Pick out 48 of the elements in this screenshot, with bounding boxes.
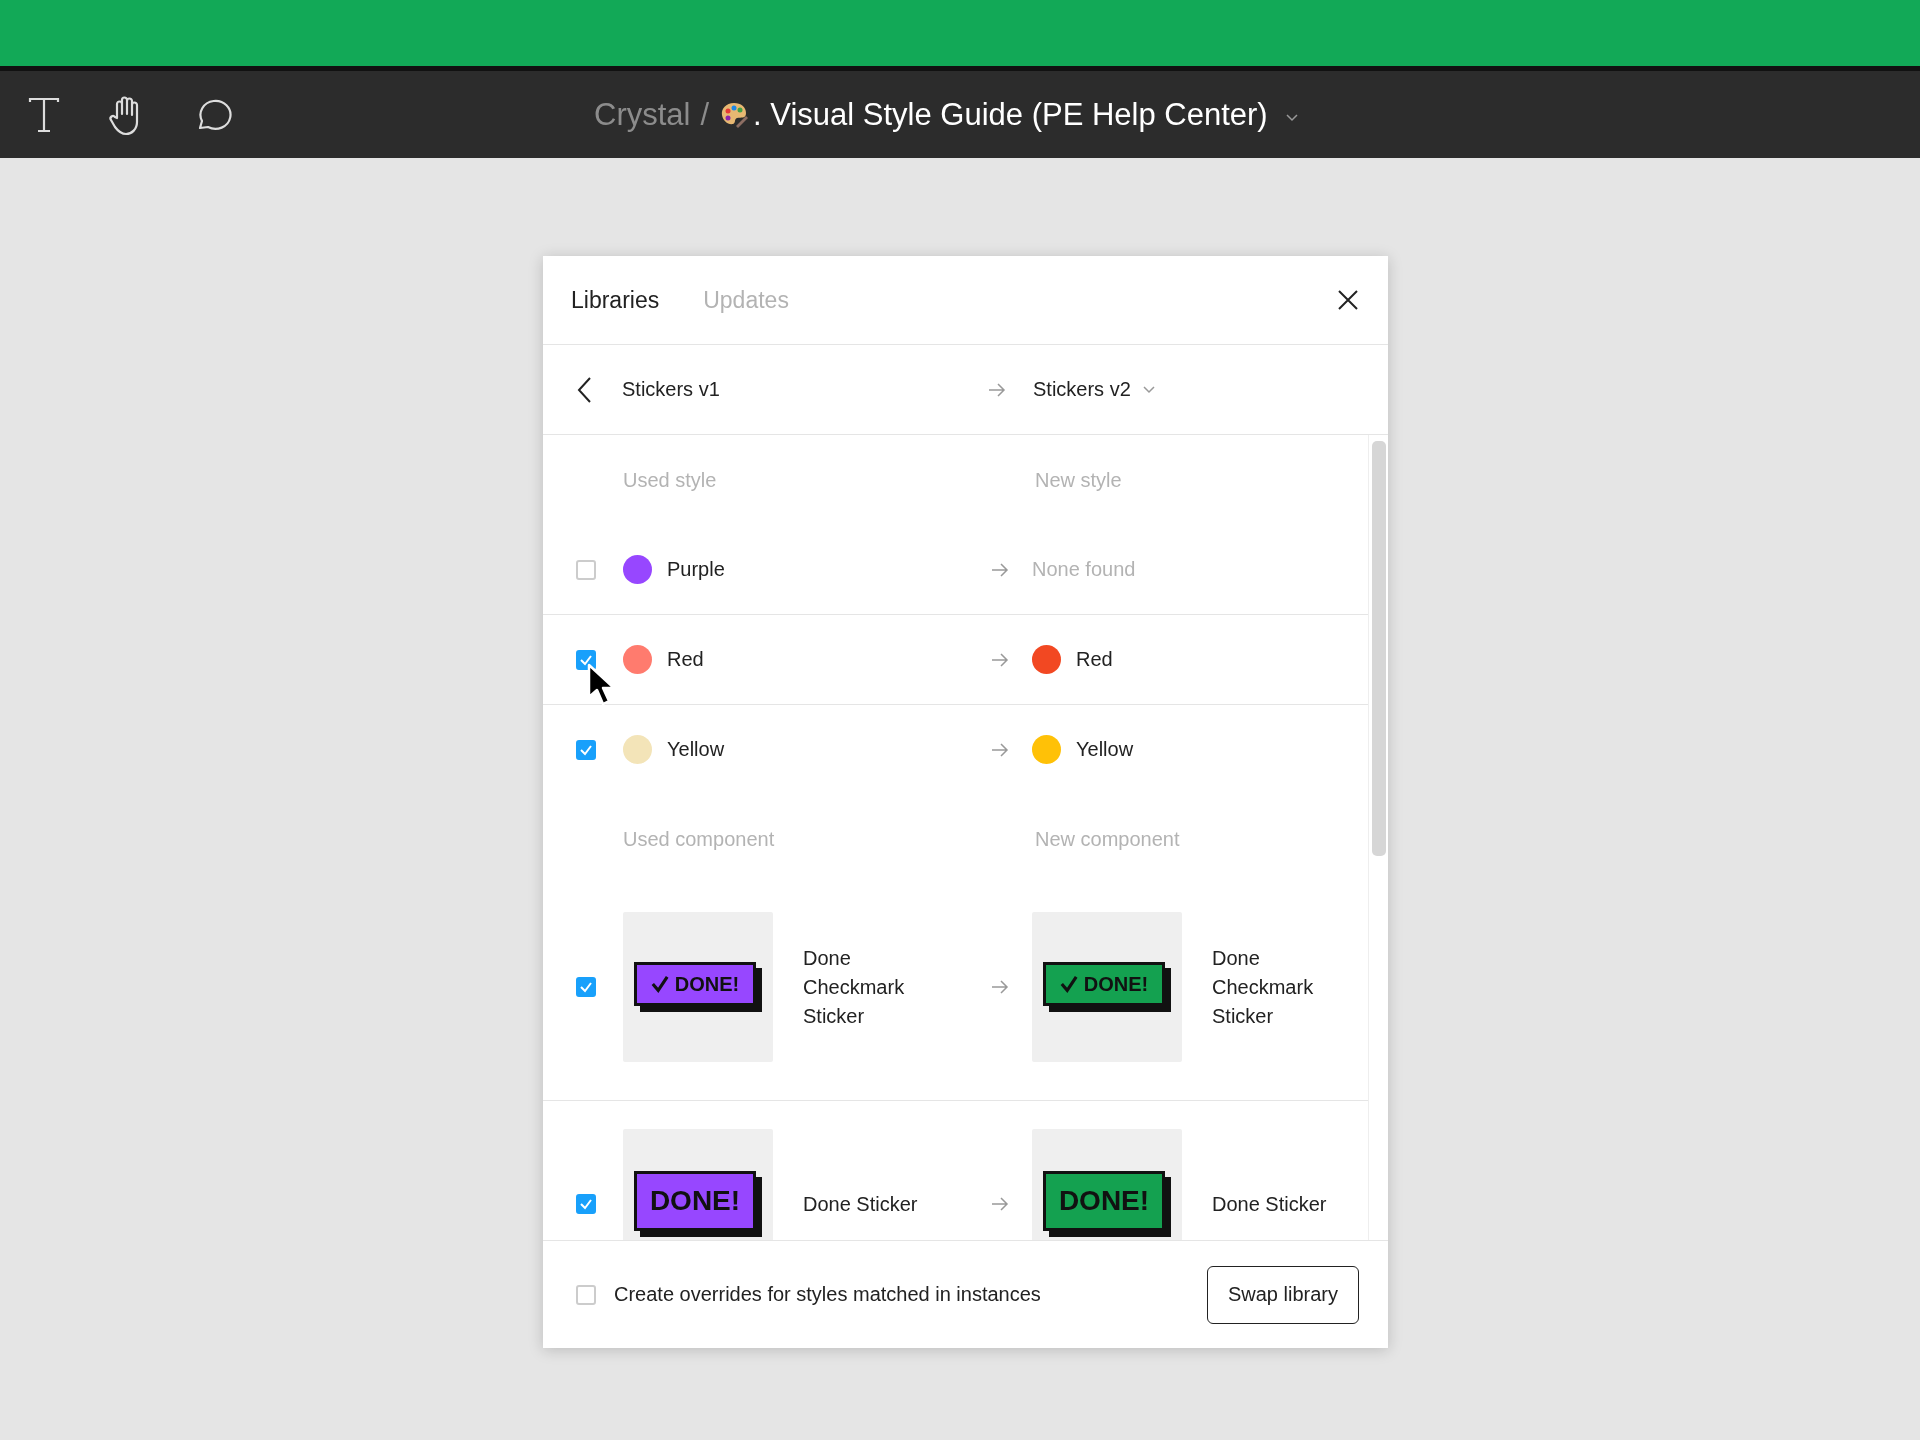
check-icon: [579, 1197, 593, 1211]
component-name: Done Checkmark Sticker: [803, 945, 906, 1029]
column-heading: Used component: [623, 827, 776, 851]
column-heading: New component: [1035, 827, 1180, 851]
text-tool-icon[interactable]: [28, 96, 60, 133]
style-name: Red: [1076, 648, 1113, 671]
style-name: Purple: [667, 558, 725, 581]
swap-library-button[interactable]: Swap library: [1206, 1265, 1359, 1324]
checkbox-label: Create overrides for styles matched in instances: [614, 1283, 1041, 1306]
chevron-down-icon[interactable]: [1285, 113, 1298, 122]
style-name: None found: [1032, 558, 1136, 581]
sticker-text: DONE!: [649, 1185, 741, 1217]
checkbox[interactable]: [576, 1284, 596, 1305]
column-heading: New style: [1035, 468, 1122, 492]
checkbox[interactable]: [576, 1194, 596, 1214]
arrow-right-icon: [991, 562, 1009, 577]
checkbox[interactable]: [576, 649, 596, 670]
checkbox[interactable]: [576, 739, 596, 760]
column-heading: Used style: [623, 468, 718, 492]
component-name: Done Sticker: [1212, 1191, 1328, 1217]
component-name: Done Sticker: [803, 1191, 919, 1217]
project-name[interactable]: Crystal: [594, 96, 691, 133]
back-chevron-icon[interactable]: [576, 375, 592, 404]
checkmark-icon: [650, 975, 669, 993]
component-name: Done Checkmark Sticker: [1212, 945, 1315, 1029]
breadcrumb-separator: /: [700, 96, 710, 133]
style-name: Yellow: [667, 738, 725, 761]
checkmark-icon: [1059, 975, 1078, 993]
library-name: Stickers v1: [622, 378, 721, 401]
arrow-right-icon: [988, 382, 1006, 397]
style-name: Red: [667, 648, 704, 671]
file-name[interactable]: . Visual Style Guide (PE Help Center): [753, 96, 1268, 133]
dialog-tab[interactable]: Libraries: [571, 286, 660, 314]
style-name: Yellow: [1076, 738, 1134, 761]
close-icon[interactable]: [1336, 288, 1360, 312]
arrow-right-icon: [991, 742, 1009, 757]
sticker-text: DONE!: [1083, 972, 1149, 996]
scrollbar[interactable]: [1372, 441, 1386, 856]
check-icon: [579, 980, 593, 994]
checkbox[interactable]: [576, 977, 596, 997]
library-dropdown[interactable]: Stickers v2: [1033, 378, 1131, 401]
arrow-right-icon: [991, 980, 1009, 994]
sticker-text: DONE!: [674, 972, 740, 996]
sticker-text: DONE!: [1058, 1185, 1150, 1217]
chevron-down-icon[interactable]: [1142, 385, 1155, 394]
arrow-right-icon: [991, 1197, 1009, 1211]
checkbox[interactable]: [576, 559, 596, 580]
arrow-right-icon: [991, 652, 1009, 667]
